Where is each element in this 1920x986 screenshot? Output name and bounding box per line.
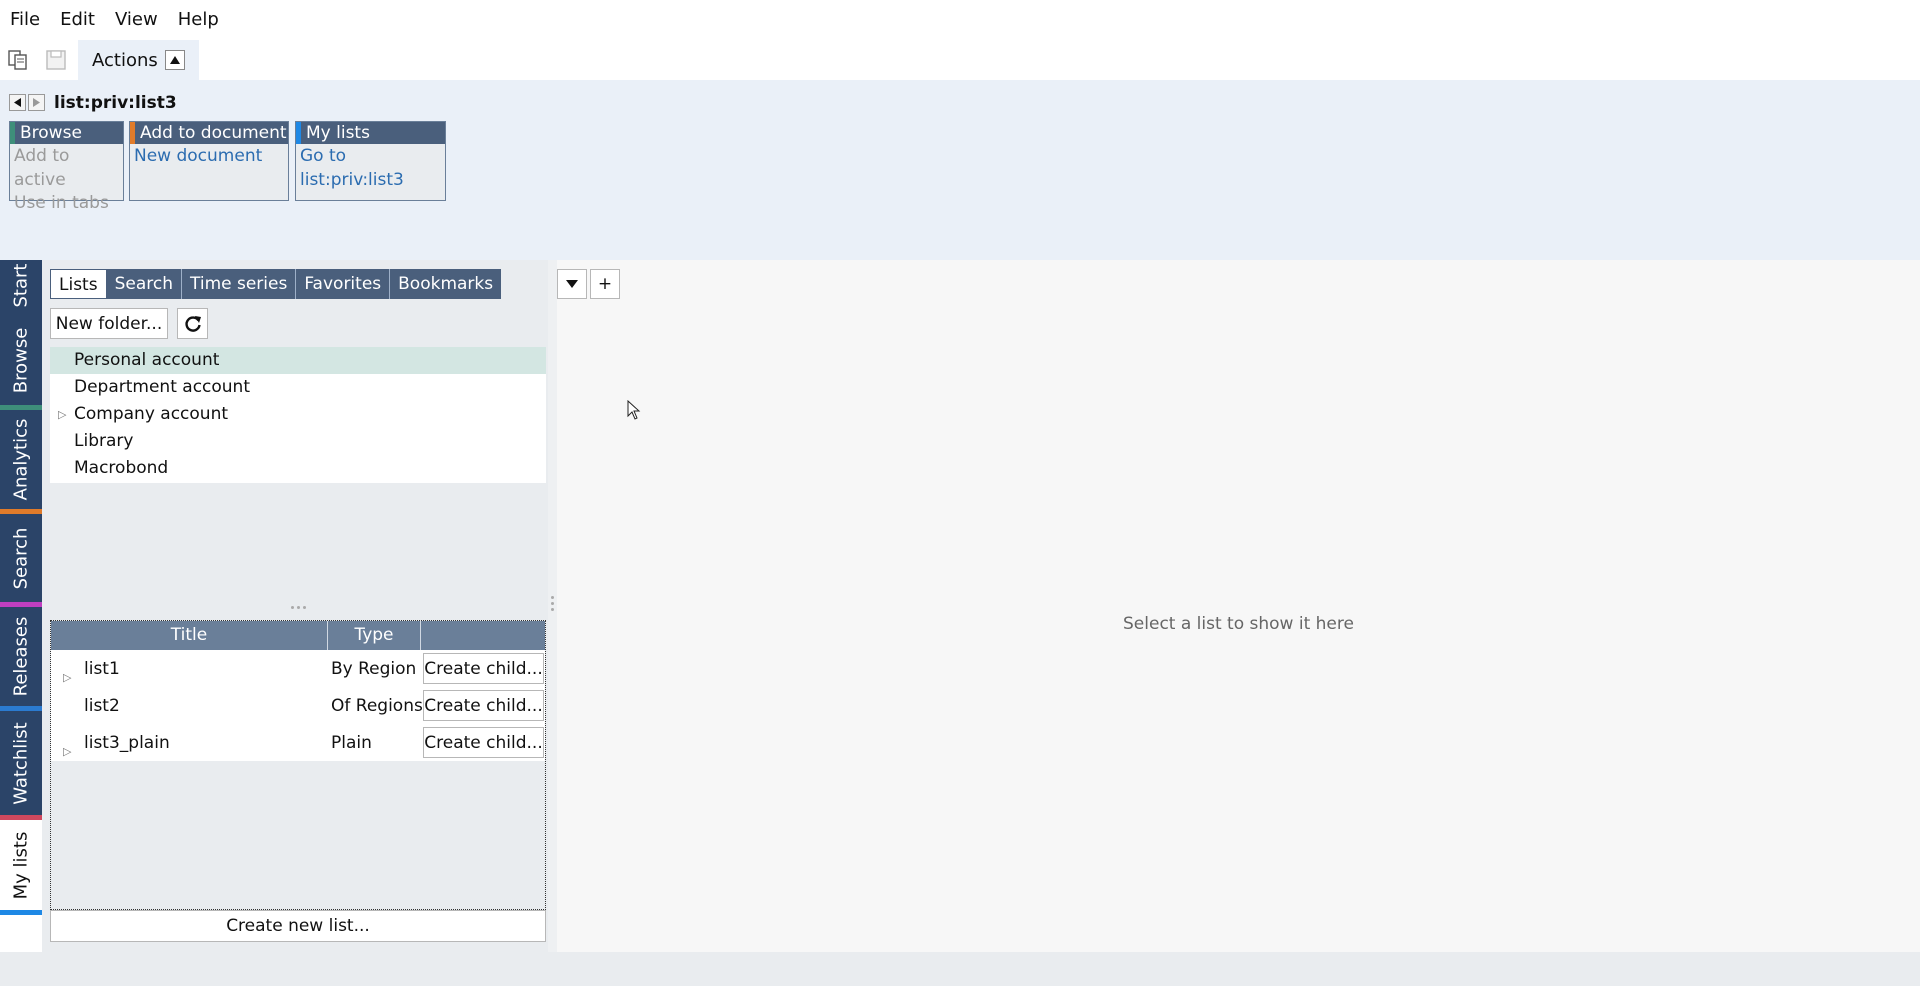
vertical-splitter[interactable] bbox=[548, 260, 557, 952]
action-group-header: My lists bbox=[296, 122, 445, 144]
save-icon[interactable] bbox=[44, 48, 68, 72]
back-arrow-icon[interactable] bbox=[9, 94, 26, 111]
row-action-cell: Create child... bbox=[421, 653, 545, 684]
table-row[interactable]: ▷ list3_plain Plain Create child... bbox=[51, 724, 545, 761]
splitter-grip bbox=[551, 596, 554, 611]
chevron-down-icon bbox=[566, 280, 578, 288]
vtab-label: Watchlist bbox=[10, 721, 32, 805]
menu-edit[interactable]: Edit bbox=[50, 0, 105, 40]
menu-help[interactable]: Help bbox=[168, 0, 229, 40]
row-type: By Region bbox=[331, 658, 417, 679]
status-bar bbox=[0, 952, 1920, 986]
vtab-analytics[interactable]: Analytics bbox=[0, 410, 42, 514]
menu-file[interactable]: File bbox=[0, 0, 50, 40]
subtab-lists[interactable]: Lists bbox=[50, 269, 107, 299]
menu-view[interactable]: View bbox=[105, 0, 168, 40]
vtab-label: Search bbox=[10, 527, 32, 589]
create-child-button[interactable]: Create child... bbox=[423, 653, 544, 684]
action-group-browse: Browse Add to active Use in tabs bbox=[9, 121, 124, 213]
empty-state-message: Select a list to show it here bbox=[1123, 614, 1354, 634]
action-group-add-to-document: Add to document New document bbox=[129, 121, 289, 201]
vtab-releases[interactable]: Releases bbox=[0, 607, 42, 711]
folder-label: Company account bbox=[74, 404, 229, 424]
folder-label: Macrobond bbox=[74, 458, 169, 478]
row-title-cell: list2 bbox=[51, 696, 328, 716]
add-tab-button[interactable]: + bbox=[590, 269, 620, 299]
vtab-label: Browse bbox=[10, 327, 32, 394]
folder-label: Department account bbox=[74, 377, 251, 397]
vtab-start[interactable]: Start bbox=[0, 260, 42, 316]
subtab-favorites[interactable]: Favorites bbox=[296, 269, 391, 299]
collapse-up-icon[interactable] bbox=[165, 50, 185, 70]
menu-bar: File Edit View Help bbox=[0, 0, 1920, 40]
folder-macrobond[interactable]: Macrobond bbox=[50, 455, 546, 482]
lists-panel: Lists Search Time series Favorites Bookm… bbox=[42, 260, 548, 952]
folder-tree: Personal account Department account ▷ Co… bbox=[50, 347, 546, 483]
horizontal-splitter-grip[interactable] bbox=[286, 606, 310, 612]
refresh-icon bbox=[184, 315, 201, 332]
column-header-type[interactable]: Type bbox=[328, 621, 421, 650]
subtab-bookmarks[interactable]: Bookmarks bbox=[390, 269, 501, 299]
vtab-browse[interactable]: Browse bbox=[0, 316, 42, 410]
subtab-time-series[interactable]: Time series bbox=[182, 269, 297, 299]
row-action-cell: Create child... bbox=[421, 727, 545, 758]
actions-tab-label: Actions bbox=[92, 49, 158, 71]
use-in-tabs-link[interactable]: Use in tabs bbox=[10, 191, 123, 215]
create-child-button[interactable]: Create child... bbox=[423, 727, 544, 758]
table-row[interactable]: list2 Of Regions Create child... bbox=[51, 687, 545, 724]
add-to-active-link[interactable]: Add to active bbox=[10, 144, 123, 192]
column-header-title[interactable]: Title bbox=[51, 621, 328, 650]
row-action-cell: Create child... bbox=[421, 690, 545, 721]
vtab-label: Releases bbox=[10, 616, 32, 697]
table-row[interactable]: ▷ list1 By Region Create child... bbox=[51, 650, 545, 687]
folder-label: Library bbox=[74, 431, 134, 451]
lists-table: Title Type ▷ list1 By Region Create chil… bbox=[50, 620, 546, 910]
vtab-label: Analytics bbox=[10, 418, 32, 501]
new-folder-button[interactable]: New folder... bbox=[50, 308, 168, 339]
column-header-action bbox=[421, 621, 545, 650]
vtab-search[interactable]: Search bbox=[0, 514, 42, 607]
vtab-my-lists[interactable]: My lists bbox=[0, 820, 42, 915]
folder-label: Personal account bbox=[74, 350, 220, 370]
create-child-button[interactable]: Create child... bbox=[423, 690, 544, 721]
tab-dropdown-button[interactable] bbox=[557, 269, 587, 299]
row-title-cell: ▷ list3_plain bbox=[51, 732, 328, 758]
row-title-cell: ▷ list1 bbox=[51, 658, 328, 684]
forward-arrow-icon[interactable] bbox=[28, 94, 45, 111]
toolbar: Actions bbox=[0, 40, 1920, 80]
table-header: Title Type bbox=[51, 621, 545, 650]
folder-library[interactable]: Library bbox=[50, 428, 546, 455]
action-group-header: Browse bbox=[10, 122, 123, 144]
vtab-watchlist[interactable]: Watchlist bbox=[0, 711, 42, 820]
vtab-label: Start bbox=[10, 263, 32, 308]
go-to-list-link[interactable]: Go to list:priv:list3 bbox=[296, 144, 445, 192]
list-view-panel: + Select a list to show it here bbox=[557, 260, 1920, 952]
history-navigation bbox=[9, 94, 45, 111]
row-type: Plain bbox=[331, 732, 372, 753]
lists-subtabs: Lists Search Time series Favorites Bookm… bbox=[50, 269, 502, 299]
row-title: list2 bbox=[84, 695, 120, 716]
row-type: Of Regions bbox=[331, 695, 423, 716]
refresh-button[interactable] bbox=[177, 308, 208, 339]
actions-tab[interactable]: Actions bbox=[78, 40, 199, 80]
folder-department-account[interactable]: Department account bbox=[50, 374, 546, 401]
expand-triangle-icon[interactable]: ▷ bbox=[58, 401, 66, 428]
current-list-path: list:priv:list3 bbox=[54, 93, 177, 113]
subtab-search[interactable]: Search bbox=[107, 269, 182, 299]
action-group-my-lists: My lists Go to list:priv:list3 bbox=[295, 121, 446, 201]
mouse-cursor-icon bbox=[627, 399, 641, 425]
vertical-tab-bar: Start Browse Analytics Search Releases W… bbox=[0, 260, 42, 952]
row-title: list3_plain bbox=[84, 732, 170, 753]
vtab-label: My lists bbox=[10, 831, 32, 899]
action-group-header: Add to document bbox=[130, 122, 288, 144]
create-new-list-button[interactable]: Create new list... bbox=[50, 910, 546, 942]
folder-personal-account[interactable]: Personal account bbox=[50, 347, 546, 374]
actions-panel: list:priv:list3 Browse Add to active Use… bbox=[0, 80, 1920, 260]
expand-triangle-icon[interactable]: ▷ bbox=[63, 733, 71, 770]
copy-document-icon[interactable] bbox=[6, 48, 30, 72]
row-title: list1 bbox=[84, 658, 120, 679]
new-document-link[interactable]: New document bbox=[130, 144, 288, 168]
folder-company-account[interactable]: ▷ Company account bbox=[50, 401, 546, 428]
